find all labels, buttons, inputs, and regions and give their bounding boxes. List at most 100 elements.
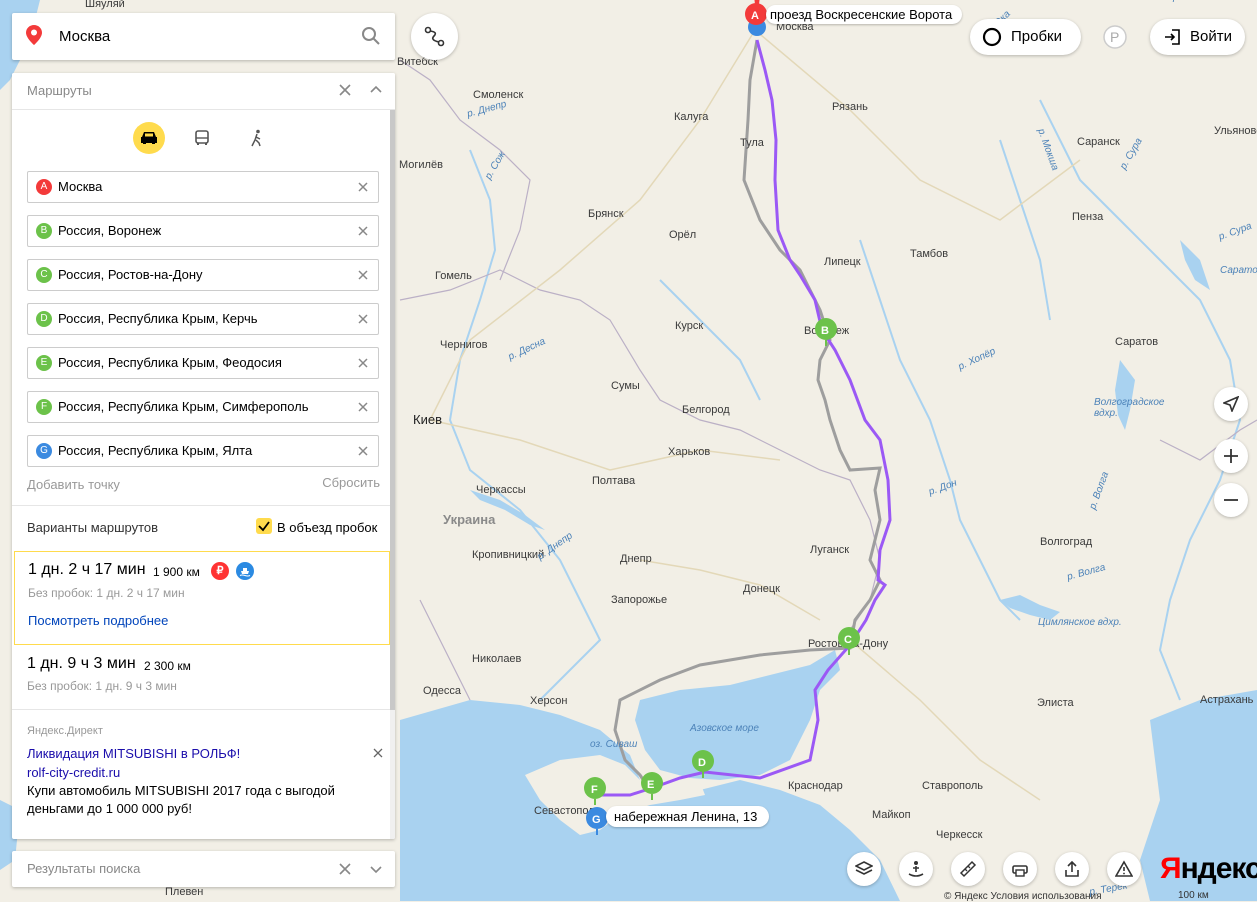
traffic-icon (982, 27, 1002, 47)
map-scale: 100 км (1178, 890, 1209, 901)
street-view-icon (908, 861, 924, 877)
panorama-button[interactable] (899, 852, 933, 886)
waypoint-input-b[interactable]: B Россия, Воронеж (27, 215, 379, 247)
svg-text:Пенза: Пенза (1072, 211, 1104, 223)
waypoint-text[interactable]: Россия, Ростов-на-Дону (58, 267, 203, 282)
traffic-label: Пробки (1011, 28, 1062, 45)
route-no-traffic-time: Без пробок: 1 дн. 2 ч 17 мин (28, 586, 185, 600)
routes-panel: Маршруты A Москва B Россия, Воронеж C Ро… (12, 73, 395, 839)
clear-icon[interactable] (357, 401, 369, 413)
svg-text:Запорожье: Запорожье (611, 594, 667, 606)
share-button[interactable] (1055, 852, 1089, 886)
route-time: 1 дн. 9 ч 3 мин (27, 655, 136, 672)
waypoint-input-c[interactable]: C Россия, Ростов-на-Дону (27, 259, 379, 291)
search-results-panel[interactable]: Результаты поиска (12, 851, 395, 887)
close-icon[interactable] (373, 748, 383, 758)
waypoint-input-a[interactable]: A Москва (27, 171, 379, 203)
reset-link[interactable]: Сбросить (322, 475, 380, 490)
waypoint-badge: E (36, 355, 52, 371)
printer-icon (1012, 865, 1028, 877)
print-button[interactable] (1003, 852, 1037, 886)
avoid-traffic-checkbox[interactable] (256, 518, 272, 534)
waypoint-text[interactable]: Россия, Республика Крым, Симферополь (58, 399, 309, 414)
waypoint-text[interactable]: Россия, Воронеж (58, 223, 161, 238)
divider (12, 505, 395, 506)
route-option-1[interactable]: 1 дн. 2 ч 17 мин 1 900 км ₽ Без пробок: … (14, 551, 390, 645)
share-icon (1065, 860, 1079, 877)
chevron-up-icon[interactable] (368, 82, 384, 98)
mode-transit-button[interactable] (186, 122, 218, 154)
yandex-logo[interactable]: Яндекс (1160, 852, 1257, 886)
parking-label: P (1110, 29, 1120, 45)
clear-icon[interactable] (357, 313, 369, 325)
waypoint-text[interactable]: Россия, Республика Крым, Феодосия (58, 355, 282, 370)
svg-text:Украина: Украина (443, 512, 496, 527)
svg-text:E: E (647, 779, 654, 791)
waypoint-badge: B (36, 223, 52, 239)
chevron-down-icon[interactable] (368, 861, 384, 877)
svg-text:Луганск: Луганск (810, 544, 849, 556)
waypoint-input-e[interactable]: E Россия, Республика Крым, Феодосия (27, 347, 379, 379)
close-icon[interactable] (337, 861, 353, 877)
report-error-button[interactable] (1107, 852, 1141, 886)
svg-text:Смоленск: Смоленск (473, 89, 523, 101)
svg-text:Донецк: Донецк (743, 583, 780, 595)
ad-url[interactable]: rolf-city-credit.ru (27, 765, 120, 780)
zoom-in-button[interactable] (1214, 439, 1248, 473)
waypoint-input-f[interactable]: F Россия, Республика Крым, Симферополь (27, 391, 379, 423)
route-option-2[interactable]: 1 дн. 9 ч 3 мин 2 300 км Без пробок: 1 д… (14, 643, 388, 709)
waypoint-badge: C (36, 267, 52, 283)
waypoint-badge: F (36, 399, 52, 415)
svg-text:Брянск: Брянск (588, 208, 624, 220)
svg-text:Сумы: Сумы (611, 380, 640, 392)
svg-text:Харьков: Харьков (668, 446, 710, 458)
clear-icon[interactable] (357, 357, 369, 369)
geolocation-button[interactable] (1214, 387, 1248, 421)
scrollbar-thumb[interactable] (390, 110, 395, 710)
add-point-link[interactable]: Добавить точку (27, 477, 120, 492)
svg-text:Могилёв: Могилёв (399, 159, 443, 171)
route-variants-title: Варианты маршрутов (27, 520, 159, 535)
svg-text:Гомель: Гомель (435, 270, 472, 282)
svg-text:Шяуляй: Шяуляй (85, 0, 125, 10)
car-icon (141, 132, 157, 144)
avoid-traffic-label[interactable]: В объезд пробок (277, 520, 377, 535)
start-pin-label[interactable]: проезд Воскресенские Ворота (766, 5, 963, 24)
close-icon[interactable] (337, 82, 353, 98)
svg-text:Азовское море: Азовское море (689, 723, 759, 734)
search-input[interactable]: Москва (59, 28, 110, 45)
mode-walk-button[interactable] (241, 122, 273, 154)
waypoint-text[interactable]: Москва (58, 179, 102, 194)
copyright-text[interactable]: © Яндекс Условия использования (944, 891, 1102, 902)
clear-icon[interactable] (357, 181, 369, 193)
svg-text:Саратов: Саратов (1115, 336, 1158, 348)
route-time: 1 дн. 2 ч 17 мин (28, 561, 146, 578)
svg-text:Тула: Тула (740, 137, 765, 149)
zoom-out-button[interactable] (1214, 483, 1248, 517)
login-button[interactable]: Войти (1150, 19, 1245, 55)
route-tool-button[interactable] (411, 13, 458, 60)
waypoint-input-d[interactable]: D Россия, Республика Крым, Керчь (27, 303, 379, 335)
search-box[interactable]: Москва (12, 13, 395, 60)
ad-title[interactable]: Ликвидация MITSUBISHI в РОЛЬФ! (27, 746, 240, 761)
routes-panel-title: Маршруты (27, 83, 92, 98)
waypoint-input-g[interactable]: G Россия, Республика Крым, Ялта (27, 435, 379, 467)
waypoint-text[interactable]: Россия, Республика Крым, Ялта (58, 443, 252, 458)
parking-button[interactable]: P (1100, 22, 1130, 52)
waypoint-badge: G (36, 443, 52, 459)
svg-text:Саратовское: Саратовское (1220, 265, 1257, 276)
ruler-button[interactable] (951, 852, 985, 886)
route-details-link[interactable]: Посмотреть подробнее (28, 613, 168, 628)
route-no-traffic-time: Без пробок: 1 дн. 9 ч 3 мин (27, 679, 177, 693)
clear-icon[interactable] (357, 225, 369, 237)
svg-text:Черкесск: Черкесск (936, 829, 983, 841)
search-icon[interactable] (361, 26, 381, 46)
svg-text:Киев: Киев (413, 412, 442, 427)
clear-icon[interactable] (357, 445, 369, 457)
layers-button[interactable] (847, 852, 881, 886)
waypoint-text[interactable]: Россия, Республика Крым, Керчь (58, 311, 258, 326)
traffic-button[interactable]: Пробки (970, 19, 1081, 55)
end-pin-label[interactable]: набережная Ленина, 13 (606, 806, 770, 827)
mode-car-button[interactable] (133, 122, 165, 154)
clear-icon[interactable] (357, 269, 369, 281)
